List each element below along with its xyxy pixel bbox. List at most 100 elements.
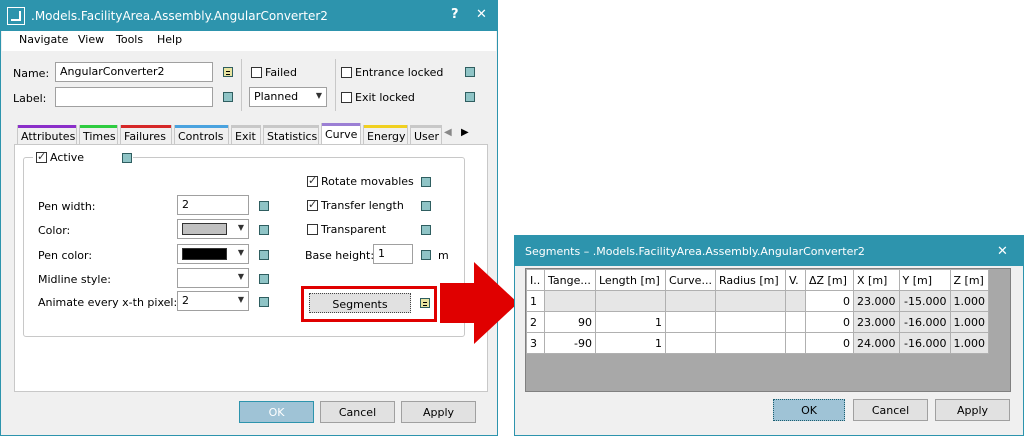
rotate-inherit-icon[interactable] (421, 177, 431, 187)
pen-color-inherit-icon[interactable] (259, 250, 269, 260)
table-cell[interactable] (715, 290, 786, 312)
column-header[interactable]: V. (785, 269, 806, 291)
menu-tools[interactable]: Tools (116, 33, 143, 46)
table-cell[interactable]: -15.000 (898, 290, 951, 312)
segments-cancel-button[interactable]: Cancel (853, 399, 928, 421)
rotate-movables-checkbox[interactable] (307, 174, 318, 187)
tab-failures[interactable]: Failures (120, 125, 172, 145)
table-cell[interactable]: -16.000 (898, 332, 951, 354)
table-cell[interactable] (595, 290, 666, 312)
tab-exit[interactable]: Exit (231, 125, 261, 145)
table-cell[interactable]: -16.000 (898, 311, 951, 333)
tab-scroll-right-icon[interactable]: ▶ (461, 127, 469, 138)
transparent-inherit-icon[interactable] (421, 225, 431, 235)
tab-times[interactable]: Times (79, 125, 118, 145)
tab-energy[interactable]: Energy (363, 125, 408, 145)
table-cell[interactable] (715, 332, 786, 354)
segments-inherit-icon[interactable] (420, 298, 430, 308)
pen-color-swatch (182, 248, 227, 260)
segments-apply-button[interactable]: Apply (935, 399, 1010, 421)
menu-help[interactable]: Help (157, 33, 182, 46)
label-field[interactable] (55, 87, 213, 107)
transfer-length-checkbox[interactable] (307, 198, 318, 211)
entrance-locked-checkbox[interactable] (341, 67, 352, 78)
name-inherit-icon[interactable] (223, 67, 233, 77)
column-header[interactable]: Y [m] (898, 269, 951, 291)
table-cell[interactable]: 23.000 (853, 290, 900, 312)
base-height-inherit-icon[interactable] (421, 250, 431, 260)
table-cell[interactable]: 0 (805, 290, 854, 312)
pen-color-select[interactable]: ▼ (177, 244, 249, 264)
tab-scroll-left-icon[interactable]: ◀ (444, 127, 452, 138)
name-field[interactable]: AngularConverter2 (55, 62, 213, 82)
column-header[interactable]: X [m] (853, 269, 900, 291)
segments-title-bar: Segments – .Models.FacilityArea.Assembly… (515, 236, 1023, 266)
column-header[interactable]: Z [m] (949, 269, 989, 291)
exit-locked-checkbox[interactable] (341, 92, 352, 103)
menu-navigate[interactable]: Navigate (19, 33, 68, 46)
column-header[interactable]: ΔZ [m] (805, 269, 854, 291)
table-cell[interactable]: 90 (544, 311, 596, 333)
table-cell[interactable]: -90 (544, 332, 596, 354)
transfer-inherit-icon[interactable] (421, 201, 431, 211)
tab-controls[interactable]: Controls (174, 125, 229, 145)
table-cell[interactable] (715, 311, 786, 333)
table-cell[interactable]: 1 (595, 311, 666, 333)
close-icon[interactable]: ✕ (476, 7, 487, 22)
column-header[interactable]: Radius [m] (715, 269, 786, 291)
transparent-checkbox[interactable] (307, 224, 318, 235)
table-cell[interactable] (665, 290, 716, 312)
table-cell[interactable]: 0 (805, 311, 854, 333)
menu-view[interactable]: View (78, 33, 104, 46)
close-icon[interactable]: ✕ (997, 244, 1008, 259)
table-cell[interactable] (665, 311, 716, 333)
pen-width-field[interactable]: 2 (177, 195, 249, 215)
app-icon (7, 7, 25, 25)
exit-inherit-icon[interactable] (465, 92, 475, 102)
table-cell[interactable] (665, 332, 716, 354)
base-height-field[interactable]: 1 (373, 244, 413, 264)
tab-curve[interactable]: Curve (321, 123, 361, 145)
apply-button[interactable]: Apply (401, 401, 476, 423)
column-header[interactable]: Tange... (544, 269, 596, 291)
row-header[interactable]: 3 (526, 332, 545, 354)
table-cell[interactable]: 1.000 (949, 290, 989, 312)
pen-width-inherit-icon[interactable] (259, 201, 269, 211)
table-cell[interactable] (544, 290, 596, 312)
animate-select[interactable]: 2 ▼ (177, 291, 249, 311)
table-cell[interactable] (785, 311, 806, 333)
tab-statistics[interactable]: Statistics (263, 125, 319, 145)
active-inherit-icon[interactable] (122, 153, 132, 163)
table-cell[interactable]: 1.000 (949, 332, 989, 354)
segments-ok-button[interactable]: OK (773, 399, 845, 421)
segments-button[interactable]: Segments (309, 293, 411, 313)
entrance-inherit-icon[interactable] (465, 67, 475, 77)
tab-attributes[interactable]: Attributes (17, 125, 77, 145)
table-cell[interactable] (785, 332, 806, 354)
tab-user[interactable]: User (410, 125, 442, 145)
help-button[interactable]: ? (451, 7, 459, 22)
label-inherit-icon[interactable] (223, 92, 233, 102)
column-header[interactable]: Length [m] (595, 269, 666, 291)
color-select[interactable]: ▼ (177, 219, 249, 239)
tab-color-strip (232, 125, 260, 128)
midline-style-select[interactable]: ▼ (177, 268, 249, 288)
failed-checkbox[interactable] (251, 67, 262, 78)
midline-inherit-icon[interactable] (259, 274, 269, 284)
table-cell[interactable]: 1.000 (949, 311, 989, 333)
row-header[interactable]: 2 (526, 311, 545, 333)
active-checkbox[interactable] (36, 150, 47, 163)
table-cell[interactable]: 0 (805, 332, 854, 354)
column-header[interactable]: Curve... (665, 269, 716, 291)
table-cell[interactable]: 1 (595, 332, 666, 354)
ok-button[interactable]: OK (239, 401, 314, 423)
column-header[interactable]: I.. (526, 269, 545, 291)
color-inherit-icon[interactable] (259, 225, 269, 235)
planned-select[interactable]: Planned ▼ (249, 87, 327, 107)
row-header[interactable]: 1 (526, 290, 545, 312)
table-cell[interactable] (785, 290, 806, 312)
table-cell[interactable]: 23.000 (853, 311, 900, 333)
animate-inherit-icon[interactable] (259, 297, 269, 307)
table-cell[interactable]: 24.000 (853, 332, 900, 354)
cancel-button[interactable]: Cancel (320, 401, 395, 423)
